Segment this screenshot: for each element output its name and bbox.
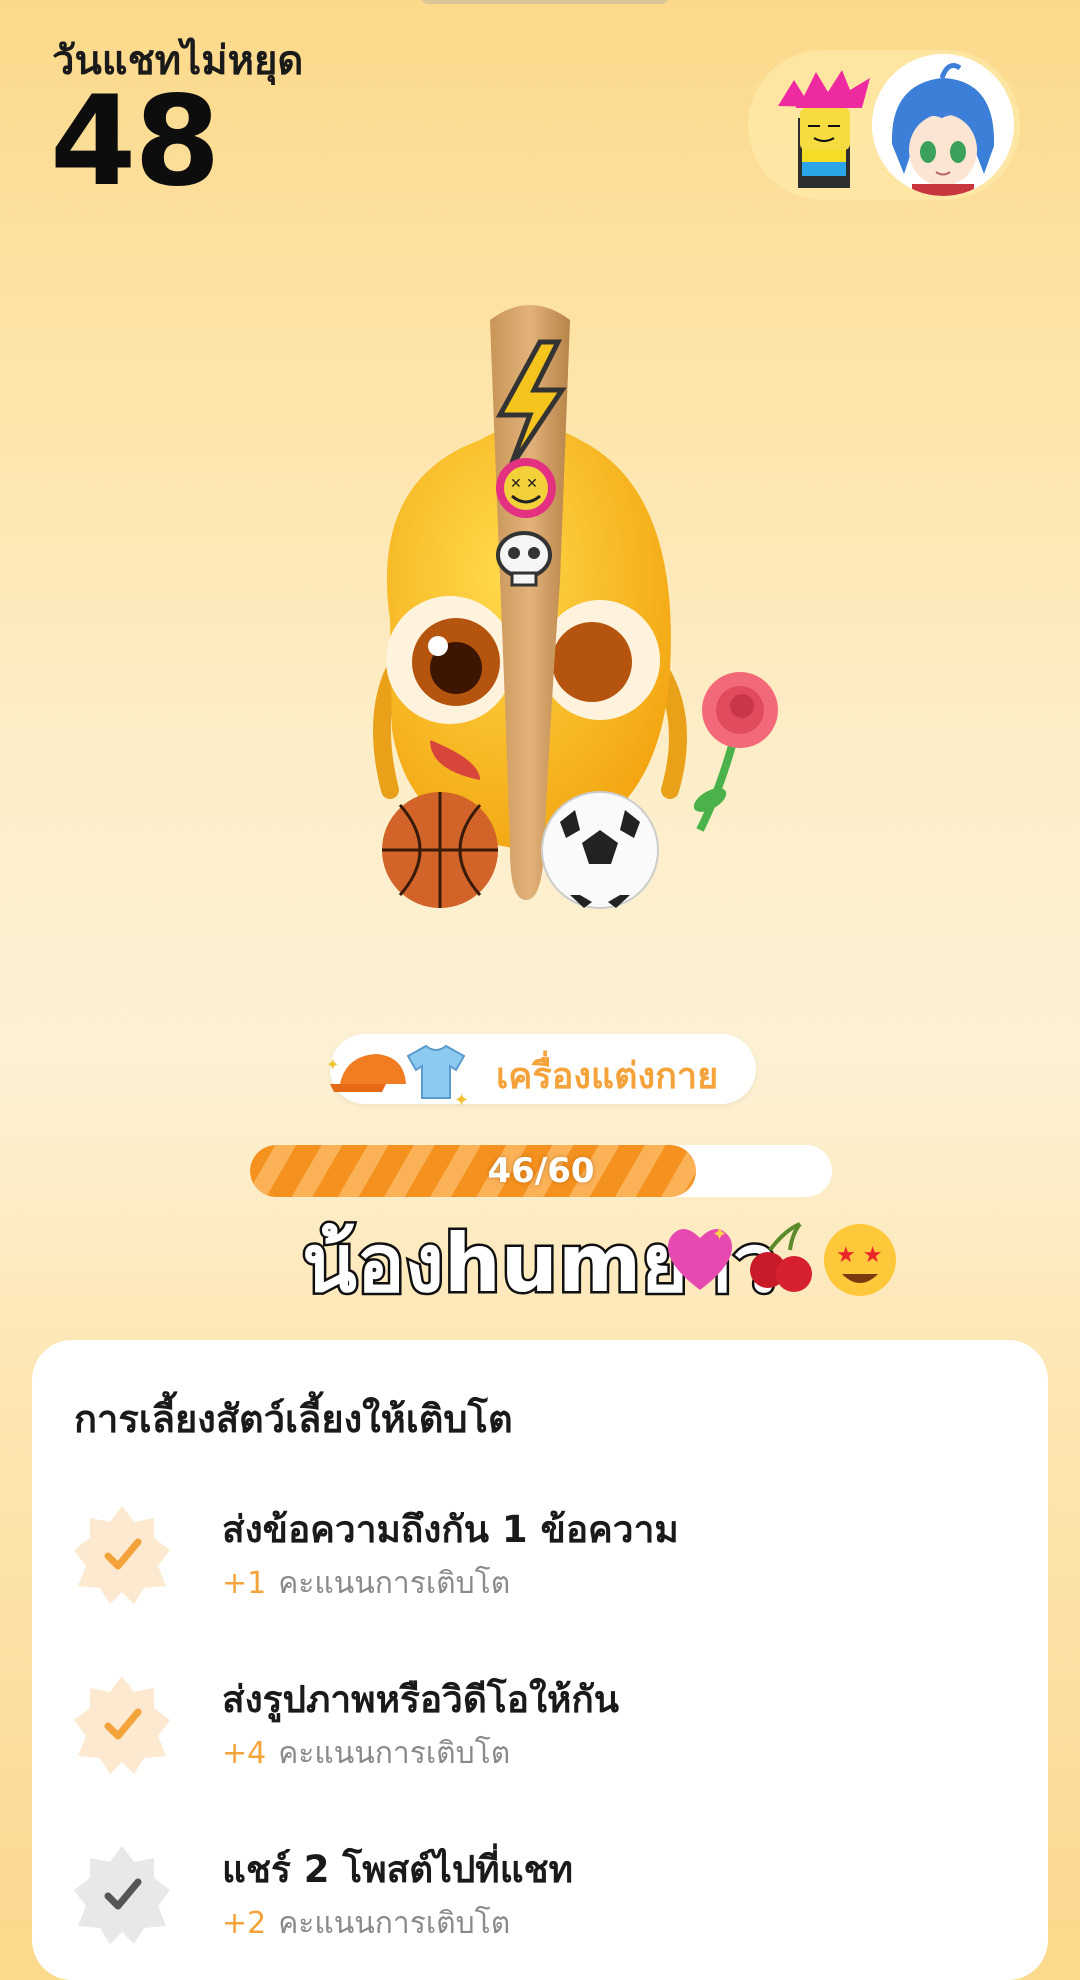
- accessory-label: เครื่องแต่งกาย: [496, 1056, 719, 1097]
- card-title: การเลี้ยงสัตว์เลี้ยงให้เติบโต: [74, 1397, 513, 1441]
- smiley-sticker-icon: ✕ ✕: [496, 458, 556, 518]
- check-badge-icon: [74, 1506, 170, 1604]
- task-item-send-message[interactable]: ส่งข้อความถึงกัน 1 ข้อความ +1 คะแนนการเติ…: [72, 1490, 1012, 1630]
- growth-progress-text: 46/60: [487, 1151, 595, 1191]
- svg-text:✦: ✦: [326, 1055, 339, 1074]
- task-points: +2 คะแนนการเติบโต: [222, 1906, 511, 1941]
- avatar-user-2[interactable]: [872, 54, 1014, 196]
- task-title: แชร์ 2 โพสต์ไปที่แชท: [222, 1848, 574, 1891]
- soccer-ball-icon: [541, 791, 659, 909]
- task-item-send-media[interactable]: ส่งรูปภาพหรือวิดีโอให้กัน +4 คะแนนการเติบ…: [72, 1660, 1012, 1800]
- check-badge-icon: [74, 1676, 170, 1774]
- accessory-button[interactable]: ✦ ✦ เครื่องแต่งกาย: [326, 1034, 756, 1111]
- task-points: +4 คะแนนการเติบโต: [222, 1736, 511, 1771]
- avatar-user-1[interactable]: [770, 68, 880, 188]
- heart-cherry-starstruck-emoji: ✦ ★ ★: [668, 1222, 896, 1296]
- pet-character[interactable]: ✕ ✕: [330, 290, 790, 930]
- svg-text:✦: ✦: [454, 1090, 469, 1111]
- check-badge-icon: [74, 1846, 170, 1944]
- status-notch: [420, 0, 670, 4]
- rose-icon: [693, 672, 778, 832]
- outfit-icon: ✦ ✦: [326, 1044, 469, 1111]
- pet-name[interactable]: น้องhumยาว: [0, 1200, 1080, 1327]
- streak-count: 48: [50, 70, 221, 214]
- svg-text:★ ★: ★ ★: [836, 1243, 882, 1268]
- growth-tasks-card: การเลี้ยงสัตว์เลี้ยงให้เติบโต ส่งข้อความ…: [32, 1340, 1048, 1980]
- growth-progress-bar: 46/60: [250, 1145, 832, 1197]
- svg-text:✦: ✦: [712, 1224, 727, 1245]
- task-points: +1 คะแนนการเติบโต: [222, 1566, 511, 1601]
- svg-text:✕ ✕: ✕ ✕: [510, 476, 538, 492]
- basketball-icon: [382, 792, 498, 908]
- task-title: ส่งรูปภาพหรือวิดีโอให้กัน: [222, 1678, 620, 1721]
- chat-avatars[interactable]: [748, 50, 1020, 200]
- task-title: ส่งข้อความถึงกัน 1 ข้อความ: [222, 1508, 679, 1551]
- task-item-share-posts[interactable]: แชร์ 2 โพสต์ไปที่แชท +2 คะแนนการเติบโต: [72, 1830, 1012, 1970]
